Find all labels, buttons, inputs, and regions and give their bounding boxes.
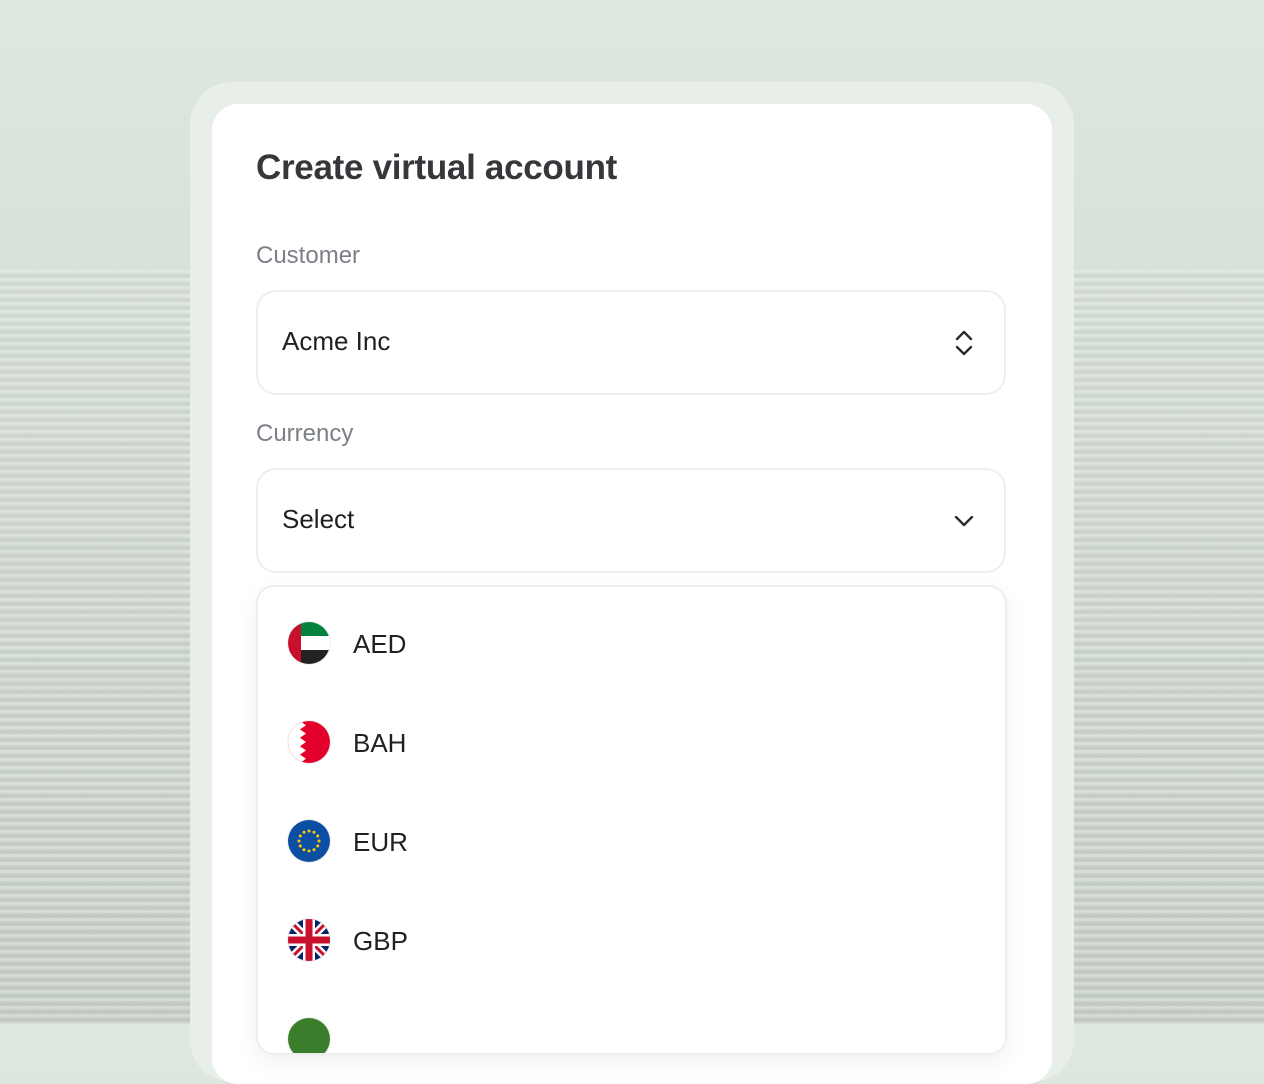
currency-option-gbp[interactable]: GBP (258, 905, 1005, 975)
currency-select[interactable]: Select (256, 468, 1006, 573)
uk-flag-icon (288, 919, 330, 961)
currency-dropdown: AED BAH EUR GBP (256, 585, 1007, 1055)
currency-option-aed[interactable]: AED (258, 608, 1005, 678)
bahrain-flag-icon (288, 721, 330, 763)
uae-flag-icon (288, 622, 330, 664)
currency-code: EUR (353, 827, 408, 857)
currency-code: GBP (353, 926, 408, 956)
currency-option-bah[interactable]: BAH (258, 707, 1005, 777)
page-title: Create virtual account (256, 148, 618, 187)
chevron-up-down-icon (952, 328, 976, 358)
customer-label: Customer (256, 242, 361, 269)
currency-code: BAH (353, 728, 407, 758)
chevron-down-icon (952, 506, 976, 536)
currency-placeholder: Select (282, 504, 355, 534)
currency-label: Currency (256, 420, 354, 447)
eu-flag-icon (288, 820, 330, 862)
customer-value: Acme Inc (282, 326, 391, 356)
currency-option-partial[interactable] (258, 1004, 1005, 1053)
currency-option-eur[interactable]: EUR (258, 806, 1005, 876)
customer-select[interactable]: Acme Inc (256, 290, 1006, 395)
currency-code: AED (353, 629, 407, 659)
